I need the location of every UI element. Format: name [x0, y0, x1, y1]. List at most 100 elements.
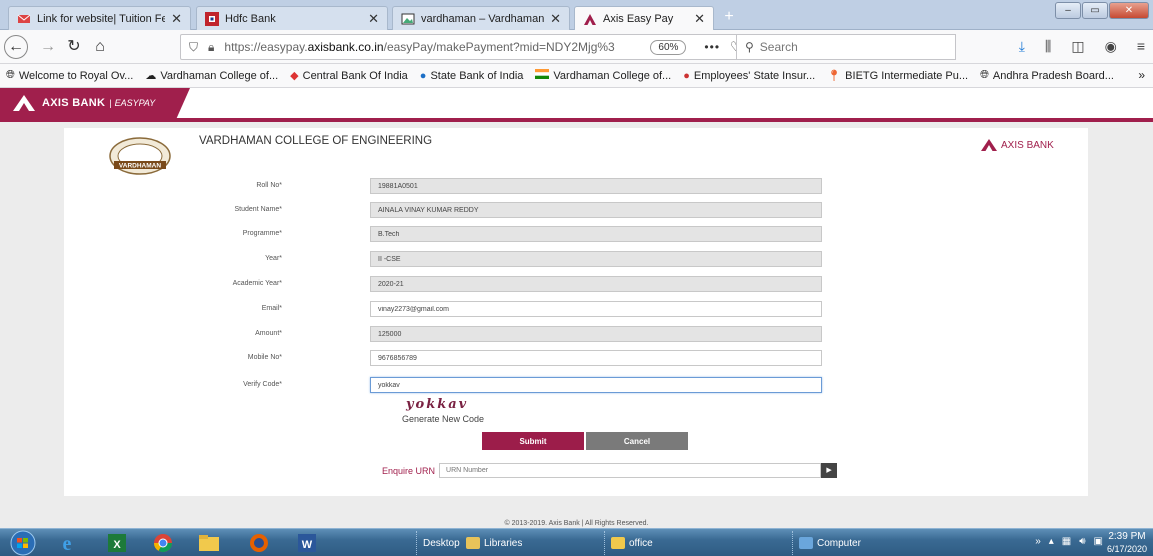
library-icon[interactable]: ⫼ [1045, 38, 1051, 55]
urn-go-button[interactable]: ▶ [821, 463, 838, 478]
globe-icon: 🌐︎ [980, 69, 989, 81]
year-label: Year* [265, 255, 282, 262]
college-seal-text: VARDHAMAN [119, 163, 161, 170]
minimize-button[interactable]: – [1055, 2, 1081, 19]
urn-number-input[interactable] [439, 463, 822, 478]
tab-close-icon[interactable]: ✕ [550, 11, 561, 27]
esi-icon: ● [683, 69, 690, 82]
tab-close-icon[interactable]: ✕ [694, 11, 705, 27]
menu-icon[interactable]: ≡ [1137, 38, 1145, 55]
home-icon[interactable]: ⌂ [88, 35, 112, 59]
form-row-amount: Amount* [64, 326, 824, 344]
url-text[interactable]: https://easypay.axisbank.co.in/easyPay/m… [224, 40, 644, 54]
tab-close-icon[interactable]: ✕ [171, 11, 182, 27]
axis-bank-logo: AXIS BANK [980, 138, 1054, 152]
folder-icon [611, 537, 625, 549]
mobile-no-field[interactable] [370, 350, 822, 366]
svg-text:W: W [302, 539, 313, 551]
student-name-field[interactable] [370, 202, 822, 218]
internet-explorer-icon[interactable]: e [54, 532, 80, 554]
bookmark-item[interactable]: Vardhaman College of... [535, 69, 671, 82]
bookmark-item[interactable]: ◆ Central Bank Of India [290, 69, 408, 83]
easypay-label: EASYPAY [114, 98, 156, 108]
form-row-programme: Programme* [64, 226, 824, 244]
form-row-roll-no: Roll No* [64, 178, 824, 196]
email-field[interactable] [370, 301, 822, 317]
new-tab-button[interactable]: + [718, 6, 740, 28]
form-row-verify-code: Verify Code* [64, 377, 824, 395]
close-window-button[interactable]: ✕ [1109, 2, 1149, 19]
programme-field[interactable] [370, 226, 822, 242]
axis-brand-band: AXIS BANK | EASYPAY [0, 88, 190, 118]
generate-new-code-link[interactable]: Generate New Code [402, 414, 484, 424]
pin-icon: 📍︎ [827, 70, 842, 82]
file-explorer-icon[interactable] [196, 532, 222, 554]
tray-overflow-icon[interactable]: » [1035, 536, 1041, 547]
verify-code-label: Verify Code* [243, 381, 282, 388]
tray-up-arrow-icon[interactable]: ▴ [1049, 536, 1054, 547]
cancel-button[interactable]: Cancel [586, 432, 688, 450]
form-row-academic-year: Academic Year* [64, 276, 824, 294]
tab-vardhaman[interactable]: vardhaman – Vardhaman Colle ✕ [392, 6, 570, 30]
verify-code-field[interactable] [370, 377, 822, 393]
roll-no-label: Roll No* [256, 182, 282, 189]
bookmark-item[interactable]: ☁ Vardhaman College of... [145, 69, 278, 83]
academic-year-field[interactable] [370, 276, 822, 292]
taskbar-office[interactable]: office [604, 531, 653, 555]
flag-icon [535, 69, 550, 82]
sidebar-icon[interactable]: ◫ [1071, 38, 1084, 55]
word-icon[interactable]: W [294, 532, 320, 554]
browser-nav-bar: ← → ↻ ⌂ ⛉ 🔒︎ https://easypay.axisbank.co… [0, 30, 1153, 64]
tab-axis-easy-pay[interactable]: Axis Easy Pay ✕ [574, 6, 714, 30]
network-icon[interactable]: ▦ [1062, 536, 1071, 547]
volume-icon[interactable]: 🔊︎ [1079, 536, 1085, 547]
bookmark-item[interactable]: 🌐︎ Welcome to Royal Ov... [6, 69, 133, 82]
download-icon[interactable]: ⤓ [1019, 38, 1025, 55]
submit-button[interactable]: Submit [482, 432, 584, 450]
system-tray: » ▴ ▦ 🔊︎ ▣ [1035, 536, 1103, 547]
programme-label: Programme* [242, 230, 282, 237]
excel-icon[interactable]: X [104, 532, 130, 554]
chrome-icon[interactable] [150, 532, 176, 554]
student-name-label: Student Name* [234, 206, 282, 213]
bookmark-item[interactable]: ● Employees' State Insur... [683, 70, 815, 82]
bookmarks-overflow-icon[interactable]: » [1138, 68, 1145, 82]
account-icon[interactable]: ◉ [1105, 38, 1117, 55]
firefox-icon[interactable] [246, 532, 272, 554]
svg-text:e: e [63, 533, 72, 554]
search-bar[interactable]: ⚲ Search [736, 34, 956, 60]
globe-icon: 🌐︎ [6, 69, 15, 81]
reload-icon[interactable]: ↻ [62, 35, 86, 59]
start-button[interactable] [6, 530, 40, 556]
zoom-level[interactable]: 60% [650, 39, 687, 55]
taskbar-desktop[interactable]: Desktop [416, 531, 460, 555]
taskbar-clock[interactable]: 2:39 PM 6/17/2020 [1107, 531, 1147, 555]
taskbar-libraries[interactable]: Libraries [460, 531, 522, 555]
lock-icon[interactable]: 🔒︎ [208, 40, 214, 55]
svg-text:X: X [113, 539, 121, 551]
year-field[interactable] [370, 251, 822, 267]
clock-date: 6/17/2020 [1106, 544, 1147, 554]
libraries-icon [466, 537, 480, 549]
amount-field[interactable] [370, 326, 822, 342]
bookmark-item[interactable]: 🌐︎ Andhra Pradesh Board... [980, 69, 1114, 82]
bookmark-item[interactable]: ● State Bank of India [420, 70, 524, 82]
tab-hdfc[interactable]: Hdfc Bank ✕ [196, 6, 388, 30]
form-row-year: Year* [64, 251, 824, 269]
maximize-button[interactable]: ▭ [1082, 2, 1108, 19]
windows-taskbar: e X W Desktop Libraries office Computer … [0, 528, 1153, 556]
page-actions-icon[interactable]: ••• [704, 40, 720, 54]
roll-no-field[interactable] [370, 178, 822, 194]
bookmark-item[interactable]: 📍︎ BIETG Intermediate Pu... [827, 69, 968, 83]
hdfc-icon [205, 11, 219, 26]
taskbar-computer[interactable]: Computer [792, 531, 861, 555]
action-center-icon[interactable]: ▣ [1094, 536, 1103, 547]
shield-icon[interactable]: ⛉ [189, 40, 198, 55]
enquire-urn-label: Enquire URN [382, 465, 436, 476]
amount-label: Amount* [255, 330, 282, 337]
back-button[interactable]: ← [4, 35, 28, 59]
forward-button[interactable]: → [36, 35, 60, 59]
axis-header: AXIS BANK | EASYPAY [0, 88, 1153, 122]
tab-tuition-fee[interactable]: Link for website| Tuition Fee - V ✕ [8, 6, 191, 30]
tab-close-icon[interactable]: ✕ [368, 11, 379, 27]
